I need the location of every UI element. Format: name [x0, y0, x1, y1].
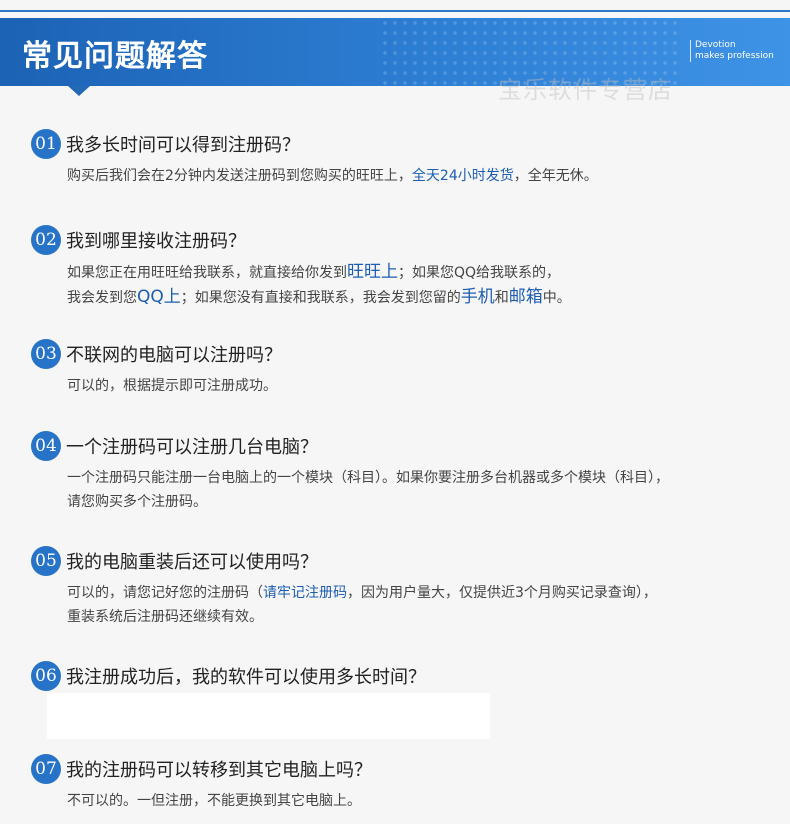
question-text: 我的注册码可以转移到其它电脑上吗？ [66, 760, 372, 781]
answer-text: 可以的，请您记好您的注册码（请牢记注册码，因为用户量大，仅提供近3个月购买记录查… [67, 581, 777, 629]
question-row: 05 我的电脑重装后还可以使用吗？ [31, 545, 318, 577]
header-slogan: Devotion makes profession [690, 40, 774, 62]
answer-segment: 购买后我们会在2分钟内发送注册码到您购买的旺旺上， [67, 168, 412, 184]
answer-highlight: 邮箱 [508, 287, 543, 307]
question-row: 03 不联网的电脑可以注册吗？ [31, 338, 282, 370]
answer-highlight: 旺旺上 [347, 262, 398, 282]
answer-segment: ；如果您没有直接和我联系，我会发到您留的 [180, 290, 461, 306]
answer-segment: 如果您正在用旺旺给我联系，就直接给你发到 [67, 265, 347, 281]
answer-line-1: 一个注册码只能注册一台电脑上的一个模块（科目）。如果你要注册多台机器或多个模块（… [67, 470, 669, 486]
answer-text: 购买后我们会在2分钟内发送注册码到您购买的旺旺上，全天24小时发货，全年无休。 [67, 164, 777, 188]
answer-highlight: 请牢记注册码 [263, 585, 347, 601]
page-title: 常见问题解答 [22, 39, 208, 74]
answer-line-2: 请您购买多个注册码。 [67, 494, 207, 510]
question-text: 一个注册码可以注册几台电脑？ [66, 437, 318, 458]
store-watermark: 宝乐软件专营店 [498, 76, 673, 104]
answer-segment: 中。 [542, 290, 571, 306]
answer-segment: 和 [494, 290, 509, 306]
answer-text: 可以的，根据提示即可注册成功。 [67, 378, 277, 394]
question-number-badge: 03 [31, 339, 61, 369]
question-row: 04 一个注册码可以注册几台电脑？ [31, 430, 318, 462]
answer-text: 不可以的。一但注册，不能更换到其它电脑上。 [67, 793, 361, 809]
question-row: 06 我注册成功后，我的软件可以使用多长时间？ [31, 660, 426, 692]
answer-text: 一个注册码只能注册一台电脑上的一个模块（科目）。如果你要注册多台机器或多个模块（… [67, 466, 777, 514]
slogan-line-1: Devotion [695, 40, 736, 50]
question-text: 我多长时间可以得到注册码？ [66, 135, 300, 156]
answer-line-2: 重装系统后注册码还继续有效。 [67, 609, 263, 625]
answer-highlight: QQ上 [137, 287, 181, 307]
slogan-line-2: makes profession [695, 51, 774, 61]
question-number-badge: 05 [31, 546, 61, 576]
question-number-badge: 02 [31, 225, 61, 255]
question-row: 07 我的注册码可以转移到其它电脑上吗？ [31, 753, 372, 785]
question-row: 01 我多长时间可以得到注册码？ [31, 128, 300, 160]
answer-segment: 可以的，请您记好您的注册码（ [67, 585, 263, 601]
question-text: 不联网的电脑可以注册吗？ [66, 345, 282, 366]
answer-highlight: 手机 [460, 287, 495, 307]
question-text: 我注册成功后，我的软件可以使用多长时间？ [66, 667, 426, 688]
answer-highlight: 全天24小时发货 [411, 168, 514, 184]
question-number-badge: 01 [31, 129, 61, 159]
question-row: 02 我到哪里接收注册码？ [31, 224, 246, 256]
answer-line-2: 我会发到您QQ上；如果您没有直接和我联系，我会发到您留的手机和邮箱中。 [67, 285, 777, 310]
answer-segment: ，因为用户量大，仅提供近3个月购买记录查询）， [347, 585, 657, 601]
answer-line-1: 如果您正在用旺旺给我联系，就直接给你发到旺旺上；如果您QQ给我联系的， [67, 260, 777, 285]
question-number-badge: 06 [31, 661, 61, 691]
question-number-badge: 07 [31, 754, 61, 784]
top-divider [0, 10, 790, 12]
question-text: 我的电脑重装后还可以使用吗？ [66, 552, 318, 573]
question-number-badge: 04 [31, 431, 61, 461]
question-text: 我到哪里接收注册码？ [66, 231, 246, 252]
answer-segment: ；如果您QQ给我联系的， [398, 265, 561, 281]
answer-line-1: 可以的，请您记好您的注册码（请牢记注册码，因为用户量大，仅提供近3个月购买记录查… [67, 581, 777, 605]
answer-blank-box [47, 693, 490, 739]
header-pointer-arrow [68, 86, 90, 96]
answer-text: 如果您正在用旺旺给我联系，就直接给你发到旺旺上；如果您QQ给我联系的， 我会发到… [67, 260, 777, 310]
answer-segment: ，全年无休。 [513, 168, 598, 184]
answer-segment: 我会发到您 [67, 290, 137, 306]
